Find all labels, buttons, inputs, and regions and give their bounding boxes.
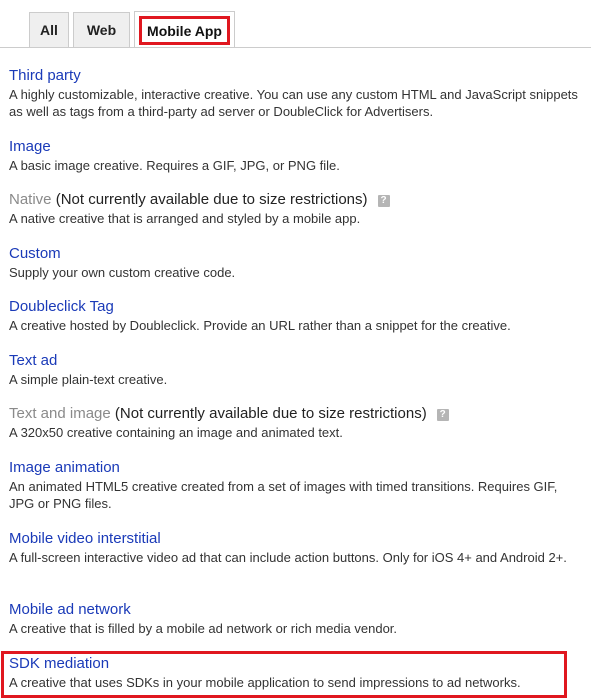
list-item-third-party: Third party A highly customizable, inter… <box>9 67 579 120</box>
list-item-text-and-image: Text and image (Not currently available … <box>9 405 579 441</box>
native-label: Native <box>9 191 52 208</box>
custom-link[interactable]: Custom <box>9 245 579 263</box>
list-item-text-ad: Text ad A simple plain-text creative. <box>9 352 579 388</box>
text-and-image-availability-note: (Not currently available due to size res… <box>114 405 427 422</box>
tab-all[interactable]: All <box>29 12 69 47</box>
text-and-image-label: Text and image <box>9 405 111 422</box>
native-title: Native (Not currently available due to s… <box>9 191 579 209</box>
image-animation-description: An animated HTML5 creative created from … <box>9 479 558 511</box>
text-ad-description: A simple plain-text creative. <box>9 372 168 387</box>
help-icon[interactable]: ? <box>377 195 390 207</box>
mobile-video-interstitial-description: A full-screen interactive video ad that … <box>9 550 567 565</box>
doubleclick-tag-link[interactable]: Doubleclick Tag <box>9 298 579 316</box>
creative-type-tabs: All Web Mobile App <box>0 0 597 48</box>
third-party-description: A highly customizable, interactive creat… <box>9 87 578 119</box>
list-item-image-animation: Image animation An animated HTML5 creati… <box>9 459 579 512</box>
mobile-ad-network-link[interactable]: Mobile ad network <box>9 601 579 619</box>
list-item-sdk-mediation: SDK mediation A creative that uses SDKs … <box>9 655 579 691</box>
tab-web[interactable]: Web <box>73 12 130 47</box>
tab-mobile-app-highlight: Mobile App <box>139 16 230 45</box>
list-item-doubleclick-tag: Doubleclick Tag A creative hosted by Dou… <box>9 298 579 334</box>
list-item-custom: Custom Supply your own custom creative c… <box>9 245 579 281</box>
list-item-mobile-ad-network: Mobile ad network A creative that is fil… <box>9 601 579 637</box>
list-item-native: Native (Not currently available due to s… <box>9 191 579 227</box>
list-item-image: Image A basic image creative. Requires a… <box>9 138 579 174</box>
native-description: A native creative that is arranged and s… <box>9 211 361 226</box>
tabs-divider <box>0 47 591 48</box>
list-item-mobile-video-interstitial: Mobile video interstitial A full-screen … <box>9 530 579 566</box>
mobile-ad-network-description: A creative that is filled by a mobile ad… <box>9 621 398 636</box>
help-icon[interactable]: ? <box>436 409 449 421</box>
sdk-mediation-description: A creative that uses SDKs in your mobile… <box>9 675 521 690</box>
doubleclick-tag-description: A creative hosted by Doubleclick. Provid… <box>9 318 511 333</box>
text-ad-link[interactable]: Text ad <box>9 352 579 370</box>
custom-description: Supply your own custom creative code. <box>9 265 236 280</box>
text-and-image-title: Text and image (Not currently available … <box>9 405 579 423</box>
image-link[interactable]: Image <box>9 138 579 156</box>
image-description: A basic image creative. Requires a GIF, … <box>9 158 340 173</box>
third-party-link[interactable]: Third party <box>9 67 579 85</box>
image-animation-link[interactable]: Image animation <box>9 459 579 477</box>
text-and-image-description: A 320x50 creative containing an image an… <box>9 425 343 440</box>
native-availability-note: (Not currently available due to size res… <box>55 191 368 208</box>
sdk-mediation-link[interactable]: SDK mediation <box>9 655 579 673</box>
mobile-video-interstitial-link[interactable]: Mobile video interstitial <box>9 530 579 548</box>
